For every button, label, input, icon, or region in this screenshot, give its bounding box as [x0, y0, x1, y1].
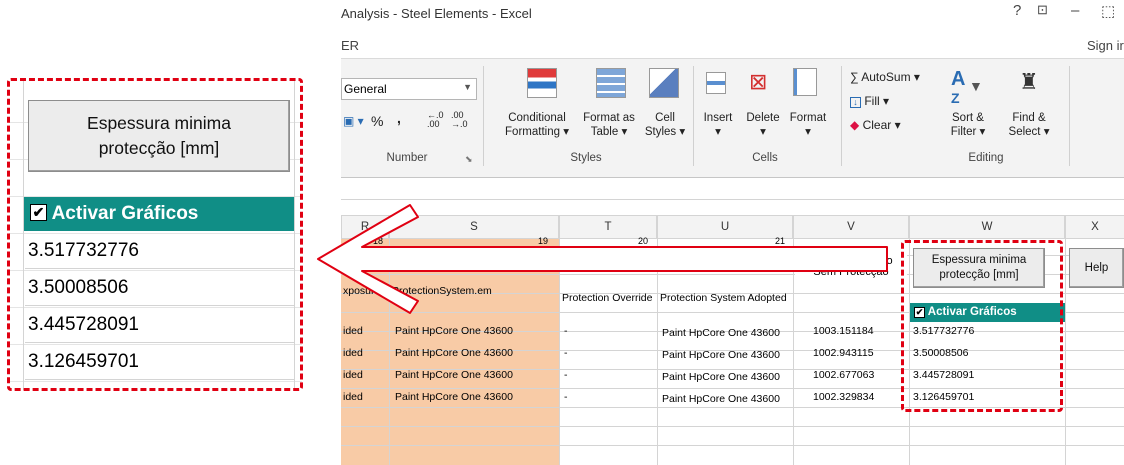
table-cell[interactable]: Paint HpCore One 43600 — [660, 393, 792, 405]
format-label: Format — [789, 112, 827, 124]
increase-decimal-icon[interactable]: ←.0.00 — [427, 111, 444, 129]
pointer-arrow — [317, 204, 888, 314]
col-line — [1065, 239, 1066, 465]
sort-label-line2: Filter ▾ — [950, 126, 986, 138]
arrow-shape — [317, 204, 888, 314]
format-cells-icon — [793, 68, 817, 96]
format-caret: ▾ — [805, 126, 811, 138]
find-select-button[interactable]: Find & Select ▾ — [998, 111, 1060, 139]
table-cell[interactable]: ided — [341, 347, 389, 359]
number-format-select[interactable]: General ▼ — [341, 78, 477, 100]
insert-cells-icon — [706, 72, 726, 94]
minimize-icon[interactable]: – — [1071, 2, 1079, 19]
chevron-down-icon: ▼ — [463, 82, 472, 92]
table-cell[interactable]: 1002.677063 — [811, 369, 891, 381]
window-title: Analysis - Steel Elements - Excel — [341, 6, 532, 21]
number-format-value: General — [344, 82, 387, 96]
maximize-icon[interactable]: ⬚ — [1101, 2, 1115, 20]
dialog-launcher-icon[interactable]: ⬊ — [465, 154, 473, 165]
cells-group-label: Cells — [752, 152, 778, 164]
sort-filter-button[interactable]: Sort & Filter ▾ — [938, 111, 998, 139]
cell-styles-button[interactable]: Cell Styles ▾ — [641, 111, 689, 139]
styles-group-label: Styles — [570, 152, 602, 164]
table-cell[interactable]: - — [562, 347, 652, 359]
sheet-highlight-box — [901, 240, 1063, 412]
sign-in-link[interactable]: Sign ir — [1087, 38, 1124, 53]
find-label-line1: Find & — [1012, 112, 1046, 124]
help-button[interactable]: Help — [1069, 248, 1124, 288]
currency-icon[interactable]: ▣ ▾ — [343, 114, 364, 128]
column-header-w[interactable]: W — [909, 215, 1065, 239]
sort-label-line1: Sort & — [952, 112, 984, 124]
delete-button[interactable]: Delete ▾ — [741, 111, 785, 139]
cell-styles-icon — [649, 68, 679, 98]
cs-label-line1: Cell — [655, 112, 675, 124]
percent-button[interactable]: % — [371, 113, 383, 129]
decrease-decimal-icon[interactable]: .00 →.0 — [451, 111, 468, 129]
editing-group-label: Editing — [968, 152, 1004, 164]
autosum-button[interactable]: ∑ AutoSum ▾ — [850, 70, 920, 84]
delete-cells-icon: ⊠ — [749, 69, 768, 94]
table-cell[interactable]: - — [562, 369, 652, 381]
group-divider — [841, 66, 842, 166]
insert-button[interactable]: Insert ▾ — [696, 111, 740, 139]
table-cell[interactable]: Paint HpCore One 43600 — [393, 347, 557, 359]
delete-caret: ▾ — [760, 126, 766, 138]
cf-label-line2: Formatting ▾ — [505, 126, 569, 138]
number-group-label: Number — [386, 152, 428, 164]
insert-label: Insert — [703, 112, 733, 124]
clear-label: Clear ▾ — [862, 118, 901, 132]
table-cell[interactable]: ided — [341, 391, 389, 403]
format-as-table-icon — [596, 68, 626, 98]
table-cell[interactable]: Paint HpCore One 43600 — [393, 369, 557, 381]
fat-label-line1: Format as — [583, 112, 635, 124]
ribbon-display-icon[interactable]: ⊡ — [1037, 2, 1048, 18]
group-divider — [483, 66, 484, 166]
eraser-icon: ◆ — [850, 118, 860, 132]
format-as-table-button[interactable]: Format as Table ▾ — [577, 111, 641, 139]
table-cell[interactable]: Paint HpCore One 43600 — [660, 371, 792, 383]
cs-label-line2: Styles ▾ — [644, 126, 686, 138]
table-cell[interactable]: 1002.943115 — [811, 347, 891, 359]
ribbon-tab-partial[interactable]: ER — [341, 38, 359, 53]
binoculars-icon: ♜ — [1019, 69, 1039, 94]
delete-label: Delete — [746, 112, 780, 124]
conditional-formatting-button[interactable]: Conditional Formatting ▾ — [494, 111, 580, 139]
comma-style-button[interactable]: , — [397, 110, 401, 126]
table-cell[interactable]: 1002.329834 — [811, 391, 891, 403]
group-divider — [1069, 66, 1070, 166]
cf-label-line1: Conditional — [508, 112, 566, 124]
help-icon[interactable]: ? — [1013, 2, 1021, 19]
fill-button[interactable]: ↓ Fill ▾ — [850, 94, 889, 108]
table-cell[interactable]: Paint HpCore One 43600 — [393, 391, 557, 403]
find-label-line2: Select ▾ — [1008, 126, 1050, 138]
group-divider — [693, 66, 694, 166]
fill-down-icon: ↓ — [850, 97, 861, 108]
conditional-formatting-icon — [527, 68, 557, 98]
sort-filter-icon: AZ — [951, 68, 966, 106]
clear-button[interactable]: ◆ Clear ▾ — [850, 118, 901, 132]
column-header-x[interactable]: X — [1065, 215, 1124, 239]
table-cell[interactable]: ided — [341, 369, 389, 381]
table-cell[interactable]: - — [562, 391, 652, 403]
fill-label: Fill ▾ — [864, 94, 890, 108]
zoom-highlight-box — [7, 78, 303, 391]
filter-funnel-icon: ▼ — [969, 78, 983, 94]
table-cell[interactable]: Paint HpCore One 43600 — [660, 349, 792, 361]
format-button[interactable]: Format ▾ — [785, 111, 831, 139]
fat-label-line2: Table ▾ — [590, 126, 628, 138]
insert-caret: ▾ — [715, 126, 721, 138]
